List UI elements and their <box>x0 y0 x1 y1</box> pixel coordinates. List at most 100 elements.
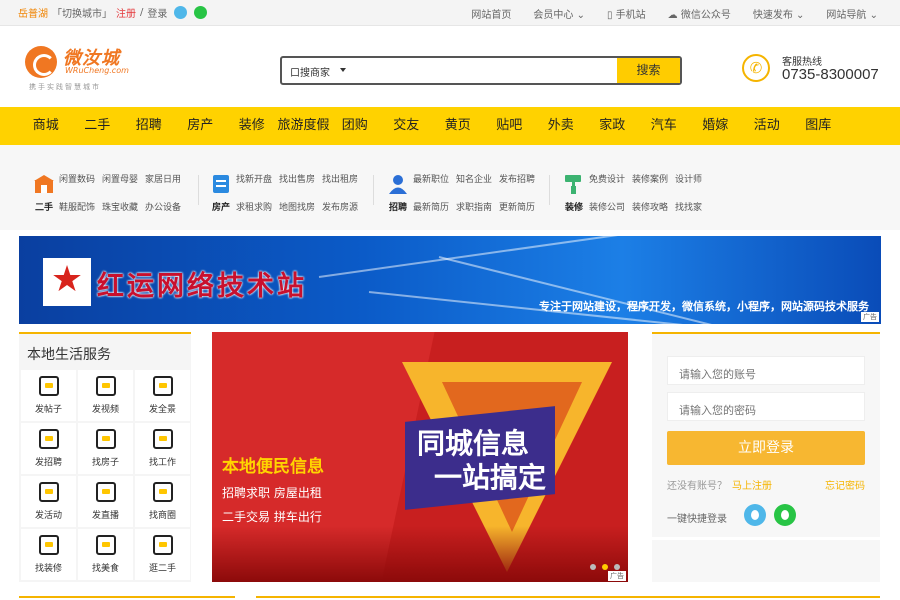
nav-item[interactable]: 商城 <box>20 107 72 145</box>
ad-banner[interactable]: ★ 红运网络技术站 专注于网站建设，程序开发，微信系统，小程序，网站源码技术服务… <box>19 236 881 324</box>
quick-link[interactable]: 最新职位 <box>413 172 449 185</box>
wechat-icon[interactable] <box>194 6 208 19</box>
carousel-line: 二手交易 拼车出行 <box>222 510 322 524</box>
service-live[interactable]: 发直播 <box>78 476 133 527</box>
site-nav-link[interactable]: 网站导航 ⌄ <box>826 6 878 21</box>
quick-link[interactable]: 更新简历 <box>499 200 535 213</box>
banner-subtitle: 专注于网站建设，程序开发，微信系统，小程序，网站源码技术服务 <box>539 300 869 313</box>
nav-item[interactable]: 旅游度假 <box>278 107 330 145</box>
wechat-login-icon[interactable] <box>774 504 796 526</box>
quick-link[interactable]: 发布招聘 <box>499 172 535 185</box>
local-services: 本地生活服务 发帖子 发视频 发全景 发招聘 找房子 找工作 发活动 发直播 找… <box>19 332 191 582</box>
service-video[interactable]: 发视频 <box>78 370 133 421</box>
qq-login-icon[interactable] <box>744 504 766 526</box>
quick-login-label: 一键快捷登录 <box>667 514 727 525</box>
quick-link[interactable]: 找新开盘 <box>236 172 272 185</box>
quick-link[interactable]: 求租求购 <box>236 200 272 213</box>
nav-item[interactable]: 活动 <box>741 107 793 145</box>
login-link[interactable]: 登录 <box>147 5 167 20</box>
service-secondhand[interactable]: 逛二手 <box>135 529 190 580</box>
hero-carousel[interactable]: 同城信息 一站搞定 本地便民信息 招聘求职 房屋出租 二手交易 拼车出行 广告 <box>212 332 628 582</box>
carousel-line: 招聘求职 房屋出租 <box>222 486 322 500</box>
carousel-dot[interactable] <box>590 564 596 570</box>
building-icon <box>96 429 116 449</box>
search-input[interactable] <box>377 58 617 83</box>
quick-publish-link[interactable]: 快速发布 ⌄ <box>753 6 805 21</box>
nav-item[interactable]: 二手 <box>72 107 124 145</box>
service-post[interactable]: 发帖子 <box>21 370 76 421</box>
section-divider <box>256 596 880 598</box>
quick-link[interactable]: 免费设计 <box>589 172 625 185</box>
nav-item[interactable]: 团购 <box>329 107 381 145</box>
quick-link[interactable]: 地图找房 <box>279 200 315 213</box>
register-link[interactable]: 注册 <box>116 5 136 20</box>
password-field[interactable] <box>667 392 865 421</box>
quick-link[interactable]: 找找家 <box>675 200 702 213</box>
service-label: 找商圈 <box>148 511 176 521</box>
mobile-site-link[interactable]: ▯ 手机站 <box>607 6 646 21</box>
nav-item[interactable]: 图库 <box>793 107 845 145</box>
quick-link[interactable]: 鞋服配饰 <box>59 200 95 213</box>
quick-link[interactable]: 设计师 <box>675 172 702 185</box>
search-bar: 口搜商家 搜索 <box>280 56 682 85</box>
quick-link[interactable]: 知名企业 <box>456 172 492 185</box>
service-decoration[interactable]: 找装修 <box>21 529 76 580</box>
quick-link[interactable]: 发布房源 <box>322 200 358 213</box>
nav-item[interactable]: 交友 <box>381 107 433 145</box>
quick-link[interactable]: 最新简历 <box>413 200 449 213</box>
quick-link[interactable]: 装修公司 <box>589 200 625 213</box>
service-district[interactable]: 找商圈 <box>135 476 190 527</box>
service-event[interactable]: 发活动 <box>21 476 76 527</box>
qq-icon[interactable] <box>174 6 188 19</box>
nav-item[interactable]: 家政 <box>587 107 639 145</box>
quick-link[interactable]: 找出售房 <box>279 172 315 185</box>
nav-item[interactable]: 汽车 <box>638 107 690 145</box>
service-recruit[interactable]: 发招聘 <box>21 423 76 474</box>
quick-link[interactable]: 珠宝收藏 <box>102 200 138 213</box>
quick-group-label: 招聘 <box>388 203 407 213</box>
no-account-text: 还没有账号？ <box>667 481 727 492</box>
account-field[interactable] <box>667 356 865 385</box>
nav-item[interactable]: 装修 <box>226 107 278 145</box>
caret-down-icon <box>340 68 346 72</box>
quick-link[interactable]: 找出租房 <box>322 172 358 185</box>
service-food[interactable]: 找美食 <box>78 529 133 580</box>
quick-link[interactable]: 家居日用 <box>145 172 181 185</box>
carousel-dots <box>590 564 620 570</box>
service-label: 发视频 <box>91 405 119 415</box>
quick-link[interactable]: 装修攻略 <box>632 200 668 213</box>
carousel-headline-2: 一站搞定 <box>434 461 547 494</box>
login-button[interactable]: 立即登录 <box>667 431 865 465</box>
forgot-password-link[interactable]: 忘记密码 <box>825 477 865 492</box>
switch-city-link[interactable]: 「切换城市」 <box>52 5 112 20</box>
member-center-link[interactable]: 会员中心 ⌄ <box>533 6 585 21</box>
quick-link[interactable]: 求职指南 <box>456 200 492 213</box>
current-city: 岳普湖 <box>18 9 48 20</box>
mobile-site-label: 手机站 <box>615 10 646 21</box>
site-logo[interactable]: 微汝城 WRuCheng.com 携手实践智慧城市 <box>25 44 135 92</box>
nav-item[interactable]: 黄页 <box>432 107 484 145</box>
nav-item[interactable]: 贴吧 <box>484 107 536 145</box>
service-panorama[interactable]: 发全景 <box>135 370 190 421</box>
location-icon <box>153 376 173 396</box>
user-icon <box>389 175 407 194</box>
nav-item[interactable]: 房产 <box>175 107 227 145</box>
quick-link[interactable]: 装修案例 <box>632 172 668 185</box>
search-button[interactable]: 搜索 <box>617 58 680 83</box>
quick-group-label: 二手 <box>34 203 53 213</box>
quick-link[interactable]: 闲置数码 <box>59 172 95 185</box>
quick-link[interactable]: 办公设备 <box>145 200 181 213</box>
carousel-dot-active[interactable] <box>602 564 608 570</box>
nav-item[interactable]: 婚嫁 <box>690 107 742 145</box>
register-now-link[interactable]: 马上注册 <box>732 477 772 492</box>
document-icon <box>213 175 229 193</box>
nav-item[interactable]: 招聘 <box>123 107 175 145</box>
nav-item[interactable]: 外卖 <box>535 107 587 145</box>
quick-link[interactable]: 闲置母婴 <box>102 172 138 185</box>
site-home-link[interactable]: 网站首页 <box>471 6 511 21</box>
service-house[interactable]: 找房子 <box>78 423 133 474</box>
carousel-dot[interactable] <box>614 564 620 570</box>
wechat-account-link[interactable]: ☁ 微信公众号 <box>668 6 731 21</box>
service-job[interactable]: 找工作 <box>135 423 190 474</box>
ad-badge: 广告 <box>608 571 626 581</box>
